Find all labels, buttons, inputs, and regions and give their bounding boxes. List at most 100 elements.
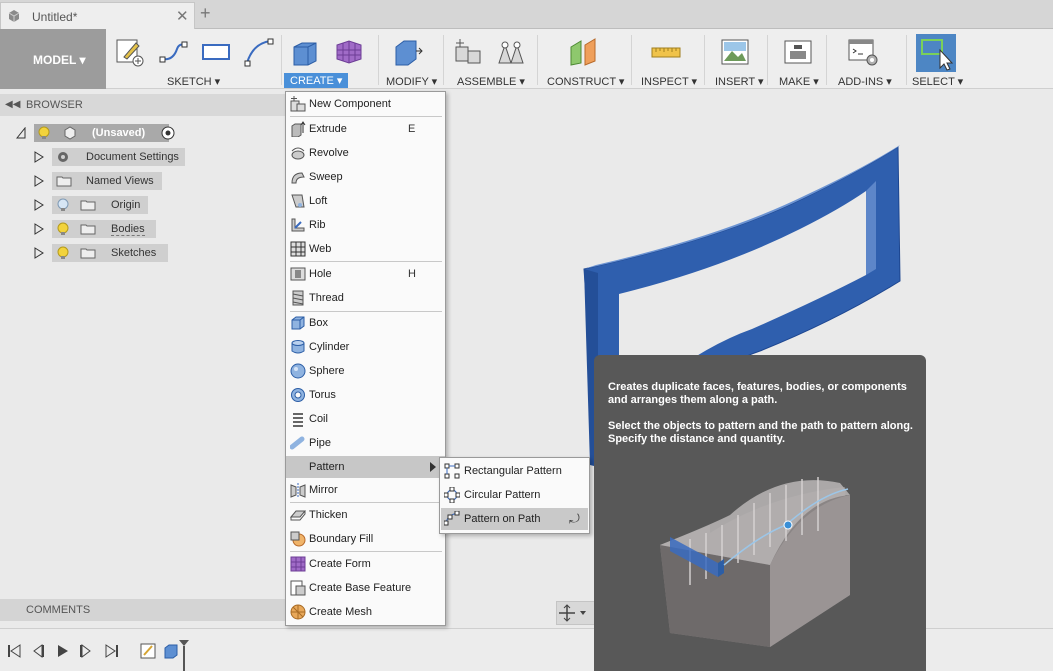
- orbit-icon: [559, 604, 586, 622]
- toolbar-separator: [906, 35, 907, 85]
- document-title: Untitled*: [32, 10, 78, 24]
- go-to-end-icon[interactable]: [104, 643, 120, 659]
- workspace-switcher[interactable]: MODEL ▾: [0, 29, 106, 89]
- menu-item-sweep[interactable]: Sweep: [286, 166, 445, 188]
- rectangle-icon[interactable]: [200, 37, 232, 67]
- insert-menu[interactable]: INSERT ▾: [715, 75, 764, 88]
- expand-arrow-icon[interactable]: [34, 247, 44, 259]
- expand-arrow-icon[interactable]: [34, 151, 44, 163]
- menu-item-thread[interactable]: Thread: [286, 287, 445, 309]
- browser-item-named-views[interactable]: Named Views: [32, 172, 172, 190]
- folder-icon: [56, 176, 72, 187]
- menu-item-thicken[interactable]: Thicken: [286, 504, 445, 526]
- inspect-menu[interactable]: INSPECT ▾: [641, 75, 697, 88]
- document-tab[interactable]: Untitled* ✕: [0, 2, 195, 29]
- select-icon: [921, 39, 954, 71]
- collapse-browser-icon[interactable]: ◀◀: [5, 99, 20, 110]
- close-tab-icon[interactable]: ✕: [176, 7, 189, 25]
- timeline-extrude-icon[interactable]: [163, 643, 179, 659]
- new-component-tool-icon[interactable]: [452, 37, 484, 67]
- menu-item-revolve[interactable]: Revolve: [286, 142, 445, 164]
- insert-image-icon[interactable]: [719, 37, 751, 67]
- assemble-menu[interactable]: ASSEMBLE ▾: [457, 75, 525, 88]
- browser-item-document-settings[interactable]: Document Settings: [32, 148, 192, 166]
- menu-item-pattern-on-path[interactable]: Pattern on Path ⤾: [441, 508, 588, 530]
- create-menu: New Component Extrude E Revolve Sweep Lo…: [285, 91, 446, 626]
- menu-item-circular-pattern[interactable]: Circular Pattern: [441, 484, 588, 506]
- expand-arrow-icon[interactable]: [34, 175, 44, 187]
- root-label: (Unsaved): [92, 127, 146, 139]
- timeline-marker[interactable]: [178, 639, 190, 671]
- modify-menu[interactable]: MODIFY ▾: [386, 75, 437, 88]
- menu-item-torus[interactable]: Torus: [286, 384, 445, 406]
- repeat-command-icon[interactable]: ⤾: [569, 511, 580, 527]
- expanded-arrow-icon[interactable]: [16, 127, 26, 139]
- step-back-icon[interactable]: [30, 643, 46, 659]
- 3d-print-icon[interactable]: [782, 37, 814, 67]
- activate-radio-icon[interactable]: [161, 126, 175, 140]
- thread-icon: [292, 290, 304, 306]
- extrude-tool-icon[interactable]: [290, 37, 322, 67]
- offset-plane-icon[interactable]: [567, 37, 599, 67]
- lightbulb-icon[interactable]: [37, 126, 51, 140]
- menu-item-label: Pattern on Path: [464, 513, 541, 525]
- menu-item-web[interactable]: Web: [286, 238, 445, 260]
- menu-item-create-mesh[interactable]: Create Mesh: [286, 601, 445, 623]
- menu-item-pattern[interactable]: Pattern: [286, 456, 445, 478]
- construct-menu[interactable]: CONSTRUCT ▾: [547, 75, 624, 88]
- menu-item-create-form[interactable]: Create Form: [286, 553, 445, 575]
- menu-item-rib[interactable]: Rib: [286, 214, 445, 236]
- go-to-start-icon[interactable]: [6, 643, 22, 659]
- create-sketch-icon[interactable]: [114, 37, 146, 67]
- select-tool-button[interactable]: [916, 34, 956, 72]
- menu-item-loft[interactable]: Loft: [286, 190, 445, 212]
- create-mesh-icon: [290, 604, 306, 620]
- menu-item-create-base-feature[interactable]: Create Base Feature: [286, 577, 445, 599]
- play-icon[interactable]: [54, 643, 70, 659]
- menu-item-rectangular-pattern[interactable]: Rectangular Pattern: [441, 460, 588, 482]
- menu-item-cylinder[interactable]: Cylinder: [286, 336, 445, 358]
- timeline-sketch-icon[interactable]: [140, 643, 156, 659]
- menu-item-boundary-fill[interactable]: Boundary Fill: [286, 528, 445, 550]
- menu-item-coil[interactable]: Coil: [286, 408, 445, 430]
- comments-panel[interactable]: COMMENTS: [0, 599, 286, 621]
- menu-item-box[interactable]: Box: [286, 312, 445, 334]
- scripts-icon[interactable]: [847, 37, 879, 67]
- lightbulb-off-icon[interactable]: [56, 198, 70, 212]
- create-menu-trigger[interactable]: CREATE ▾: [284, 73, 349, 88]
- create-form-tool-icon[interactable]: [333, 37, 365, 67]
- menu-item-mirror[interactable]: Mirror: [286, 479, 445, 501]
- menu-item-new-component[interactable]: New Component: [286, 93, 445, 115]
- lightbulb-icon[interactable]: [56, 246, 70, 260]
- line-icon[interactable]: [157, 37, 189, 67]
- document-icon: [8, 10, 20, 22]
- browser-item-origin[interactable]: Origin: [32, 196, 162, 214]
- press-pull-icon[interactable]: [392, 37, 424, 67]
- menu-item-pipe[interactable]: Pipe: [286, 432, 445, 454]
- browser-root-row[interactable]: (Unsaved): [14, 124, 189, 142]
- menu-item-extrude[interactable]: Extrude E: [286, 118, 445, 140]
- lightbulb-icon[interactable]: [56, 222, 70, 236]
- menu-item-label: Circular Pattern: [464, 489, 541, 501]
- base-feature-icon: [290, 580, 306, 596]
- browser-item-bodies[interactable]: Bodies: [32, 220, 162, 238]
- select-menu[interactable]: SELECT ▾: [912, 75, 963, 88]
- sketch-menu[interactable]: SKETCH ▾: [167, 75, 220, 88]
- make-menu[interactable]: MAKE ▾: [779, 75, 819, 88]
- menu-item-label: Web: [309, 243, 332, 255]
- expand-arrow-icon[interactable]: [34, 223, 44, 235]
- folder-icon: [80, 248, 96, 259]
- menu-item-label: Sweep: [309, 171, 343, 183]
- step-forward-icon[interactable]: [78, 643, 94, 659]
- joint-icon[interactable]: [495, 37, 527, 67]
- tooltip-illustration: [660, 477, 850, 647]
- menu-item-sphere[interactable]: Sphere: [286, 360, 445, 382]
- new-tab-button[interactable]: +: [200, 3, 211, 24]
- browser-item-sketches[interactable]: Sketches: [32, 244, 172, 262]
- measure-icon[interactable]: [650, 37, 682, 67]
- menu-item-hole[interactable]: Hole H: [286, 263, 445, 285]
- add-ins-menu[interactable]: ADD-INS ▾: [838, 75, 892, 88]
- orbit-tool[interactable]: [556, 601, 596, 625]
- expand-arrow-icon[interactable]: [34, 199, 44, 211]
- arc-icon[interactable]: [243, 37, 275, 67]
